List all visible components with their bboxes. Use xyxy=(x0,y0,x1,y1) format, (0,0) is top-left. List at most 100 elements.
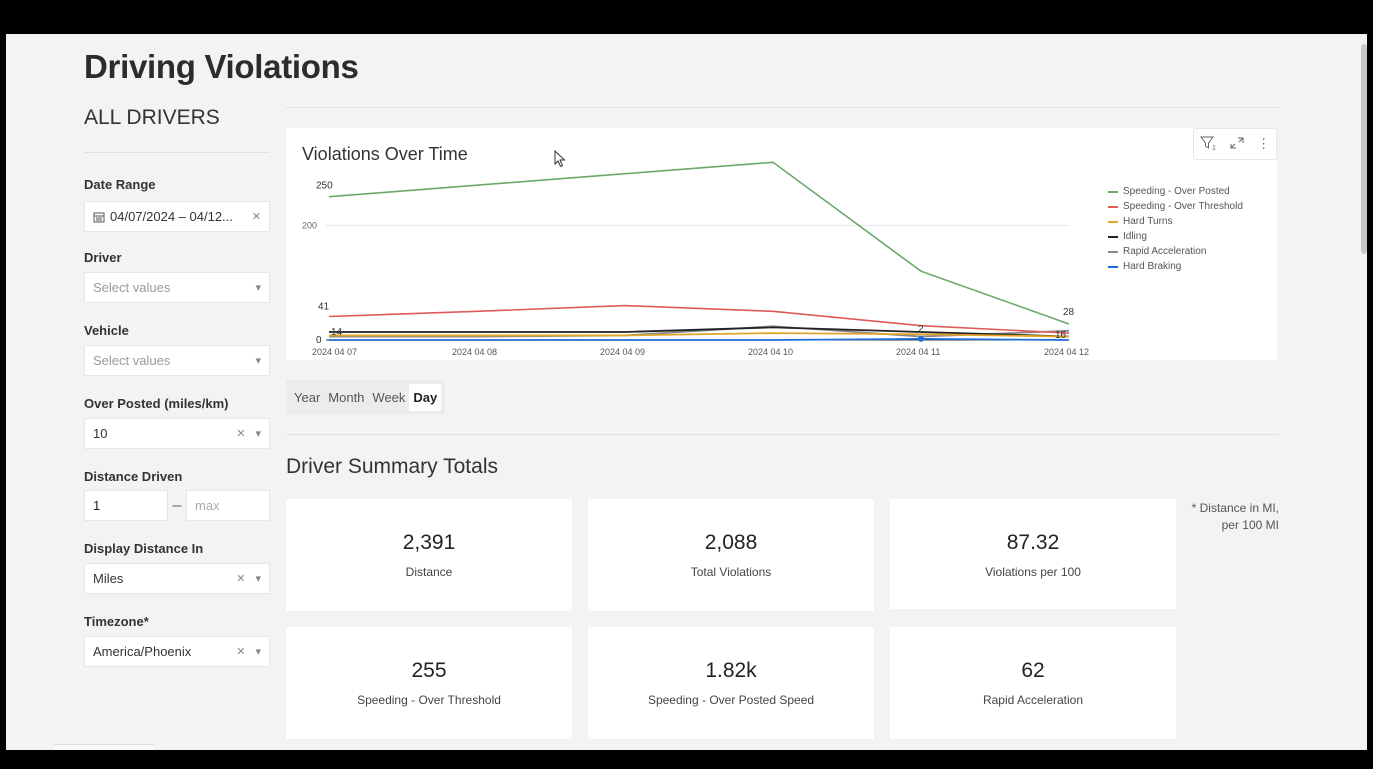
legend-swatch xyxy=(1108,190,1118,193)
granularity-year[interactable]: Year xyxy=(290,384,324,411)
svg-text:1: 1 xyxy=(1212,145,1216,151)
x-tick-label: 2024 04 12 xyxy=(1044,347,1089,357)
window-bottom-bar xyxy=(0,750,1373,769)
chevron-down-icon: ▾ xyxy=(255,355,261,367)
timezone-value: America/Phoenix xyxy=(93,644,192,659)
x-tick-label: 2024 04 11 xyxy=(896,347,940,357)
legend-item[interactable]: Speeding - Over Posted xyxy=(1108,184,1243,199)
x-tick-label: 2024 04 09 xyxy=(600,347,645,357)
distance-note: * Distance in MI, per 100 MI xyxy=(1191,501,1279,532)
violations-chart-card: Violations Over Time 1 ⋮ 200 2024 04 07 20… xyxy=(286,128,1277,360)
chevron-down-icon: ▾ xyxy=(255,428,261,440)
timezone-select[interactable]: America/Phoenix ✕ ▾ xyxy=(84,636,270,667)
series-line xyxy=(329,332,1070,338)
stat-value: 62 xyxy=(1021,659,1045,682)
granularity-month[interactable]: Month xyxy=(324,384,368,411)
driver-label: Driver xyxy=(84,250,122,265)
distance-driven-label: Distance Driven xyxy=(84,469,183,484)
display-distance-label: Display Distance In xyxy=(84,541,204,556)
series-line xyxy=(329,325,1070,338)
display-distance-value: Miles xyxy=(93,571,124,586)
over-posted-select[interactable]: 10 ✕ ▾ xyxy=(84,418,270,449)
stat-value: 1.82k xyxy=(705,659,757,682)
data-label: 14 xyxy=(331,327,343,338)
date-range-label: Date Range xyxy=(84,177,156,192)
mouse-cursor-icon xyxy=(554,149,566,173)
legend-swatch xyxy=(1108,220,1118,223)
summary-title: Driver Summary Totals xyxy=(286,455,498,478)
legend-label: Rapid Acceleration xyxy=(1123,246,1207,257)
sidebar-title: ALL DRIVERS xyxy=(84,106,220,129)
chevron-down-icon: ▾ xyxy=(255,282,261,294)
clear-icon[interactable]: ✕ xyxy=(236,427,245,440)
vehicle-placeholder: Select values xyxy=(93,353,171,368)
legend-label: Speeding - Over Posted xyxy=(1123,186,1230,197)
legend-label: Hard Turns xyxy=(1123,216,1173,227)
series-line xyxy=(328,304,1070,334)
granularity-day[interactable]: Day xyxy=(409,383,442,411)
stat-card-violations-per-100: 87.32 Violations per 100 xyxy=(890,499,1176,609)
legend-swatch xyxy=(1108,205,1118,208)
chevron-down-icon: ▾ xyxy=(255,573,261,585)
stat-value: 87.32 xyxy=(1006,531,1060,554)
legend-item[interactable]: Idling xyxy=(1108,229,1243,244)
data-point xyxy=(918,335,924,342)
stat-label: Total Violations xyxy=(690,565,772,579)
series-line xyxy=(328,161,1070,325)
legend-swatch xyxy=(1108,235,1118,238)
granularity-toggle: Year Month Week Day xyxy=(286,380,446,414)
date-range-field[interactable]: 04/07/2024 – 04/12... ✕ xyxy=(84,201,270,232)
stat-value: 2,088 xyxy=(704,531,758,554)
legend-item[interactable]: Rapid Acceleration xyxy=(1108,244,1243,259)
section-divider xyxy=(286,434,1279,435)
clear-icon[interactable]: ✕ xyxy=(236,645,245,658)
chart-toolbar: 1 ⋮ xyxy=(1193,128,1277,160)
timezone-label: Timezone* xyxy=(84,614,149,629)
clear-icon[interactable]: ✕ xyxy=(236,572,245,585)
legend-item[interactable]: Speeding - Over Threshold xyxy=(1108,199,1243,214)
stat-value: 2,391 xyxy=(402,531,456,554)
legend-label: Idling xyxy=(1123,231,1147,242)
stat-card-speeding-over-posted: 1.82k Speeding - Over Posted Speed xyxy=(588,627,874,739)
legend-swatch xyxy=(1108,250,1118,253)
range-dash: – xyxy=(172,496,182,514)
filter-icon[interactable]: 1 xyxy=(1199,135,1218,154)
data-label: 250 xyxy=(316,181,333,192)
clear-icon[interactable]: ✕ xyxy=(252,210,261,223)
window-top-bar xyxy=(0,0,1373,34)
stat-label: Speeding - Over Threshold xyxy=(357,693,501,707)
distance-max-input[interactable]: max xyxy=(186,490,270,521)
vehicle-label: Vehicle xyxy=(84,323,129,338)
stat-value: 255 xyxy=(411,659,447,682)
distance-min-input[interactable]: 1 xyxy=(84,490,168,521)
vertical-scrollbar[interactable] xyxy=(1361,44,1367,254)
chart-title: Violations Over Time xyxy=(302,144,468,164)
driver-select[interactable]: Select values ▾ xyxy=(84,272,270,303)
legend-label: Hard Braking xyxy=(1123,261,1182,272)
calendar-icon xyxy=(93,211,105,223)
data-label: 28 xyxy=(1063,307,1075,318)
stat-card-rapid-acceleration: 62 Rapid Acceleration xyxy=(890,627,1176,739)
vehicle-select[interactable]: Select values ▾ xyxy=(84,345,270,376)
legend-item[interactable]: Hard Turns xyxy=(1108,214,1243,229)
dashboard-frame: Driving Violations ALL DRIVERS Date Rang… xyxy=(6,34,1367,750)
display-distance-select[interactable]: Miles ✕ ▾ xyxy=(84,563,270,594)
more-options-icon[interactable]: ⋮ xyxy=(1257,136,1270,152)
stat-card-total-violations: 2,088 Total Violations xyxy=(588,499,874,611)
x-tick-label: 2024 04 10 xyxy=(748,347,793,357)
driver-placeholder: Select values xyxy=(93,280,171,295)
expand-icon[interactable] xyxy=(1229,136,1245,153)
date-range-value: 04/07/2024 – 04/12... xyxy=(110,209,233,224)
legend-item[interactable]: Hard Braking xyxy=(1108,259,1243,274)
data-label: 16 xyxy=(1055,330,1067,341)
over-posted-value: 10 xyxy=(93,426,108,441)
series-line xyxy=(329,326,1070,338)
page-title: Driving Violations xyxy=(84,48,359,85)
sidebar-divider xyxy=(84,152,270,153)
main-divider xyxy=(286,107,1279,108)
granularity-week[interactable]: Week xyxy=(368,384,409,411)
data-label: 2 xyxy=(918,324,924,335)
chart-legend: Speeding - Over Posted Speeding - Over Th… xyxy=(1108,184,1243,274)
series-line xyxy=(329,337,1070,341)
distance-driven-range: 1 – max xyxy=(84,490,270,521)
